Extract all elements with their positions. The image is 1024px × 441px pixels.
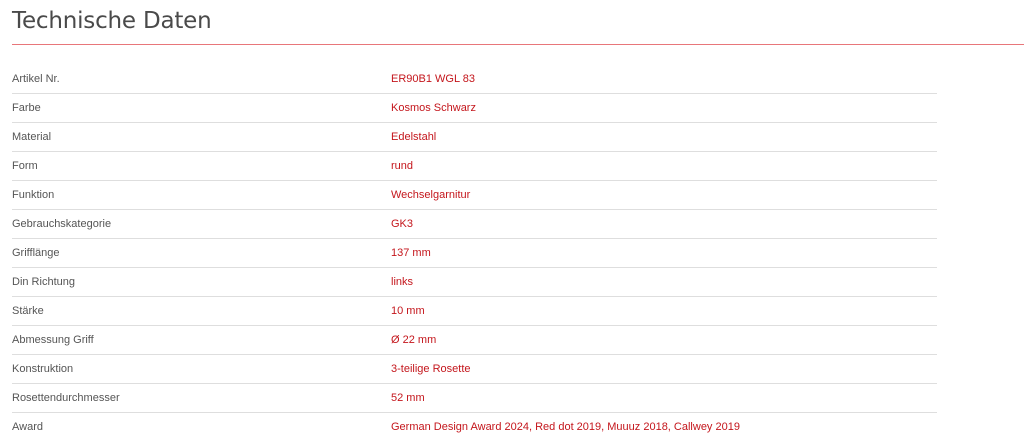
spec-table: Artikel Nr. ER90B1 WGL 83 Farbe Kosmos S… <box>12 65 937 441</box>
spec-label: Grifflänge <box>12 239 391 268</box>
spec-label: Abmessung Griff <box>12 326 391 355</box>
spec-label: Gebrauchskategorie <box>12 210 391 239</box>
table-row: Farbe Kosmos Schwarz <box>12 94 937 123</box>
table-row: Material Edelstahl <box>12 123 937 152</box>
technical-data-section: Technische Daten Artikel Nr. ER90B1 WGL … <box>0 0 1024 439</box>
spec-value: Ø 22 mm <box>391 326 937 355</box>
spec-value: Kosmos Schwarz <box>391 94 937 123</box>
spec-label: Award <box>12 413 391 441</box>
spec-value: Edelstahl <box>391 123 937 152</box>
section-title: Technische Daten <box>12 6 212 36</box>
table-row: Grifflänge 137 mm <box>12 239 937 268</box>
spec-label: Rosettendurchmesser <box>12 384 391 413</box>
table-row: Award German Design Award 2024, Red dot … <box>12 413 937 441</box>
spec-value: links <box>391 268 937 297</box>
spec-label: Material <box>12 123 391 152</box>
table-row: Gebrauchskategorie GK3 <box>12 210 937 239</box>
spec-value: 52 mm <box>391 384 937 413</box>
spec-value: 137 mm <box>391 239 937 268</box>
spec-label: Form <box>12 152 391 181</box>
table-row: Rosettendurchmesser 52 mm <box>12 384 937 413</box>
spec-label: Stärke <box>12 297 391 326</box>
spec-label: Farbe <box>12 94 391 123</box>
spec-value: 10 mm <box>391 297 937 326</box>
title-divider <box>12 44 1024 45</box>
spec-value: ER90B1 WGL 83 <box>391 65 937 94</box>
spec-value: rund <box>391 152 937 181</box>
table-row: Konstruktion 3-teilige Rosette <box>12 355 937 384</box>
table-row: Funktion Wechselgarnitur <box>12 181 937 210</box>
spec-value: 3-teilige Rosette <box>391 355 937 384</box>
table-row: Abmessung Griff Ø 22 mm <box>12 326 937 355</box>
table-row: Artikel Nr. ER90B1 WGL 83 <box>12 65 937 94</box>
spec-label: Din Richtung <box>12 268 391 297</box>
spec-value: GK3 <box>391 210 937 239</box>
spec-label: Artikel Nr. <box>12 65 391 94</box>
spec-value: Wechselgarnitur <box>391 181 937 210</box>
spec-label: Konstruktion <box>12 355 391 384</box>
table-row: Stärke 10 mm <box>12 297 937 326</box>
spec-value: German Design Award 2024, Red dot 2019, … <box>391 413 937 441</box>
table-row: Din Richtung links <box>12 268 937 297</box>
spec-label: Funktion <box>12 181 391 210</box>
table-row: Form rund <box>12 152 937 181</box>
